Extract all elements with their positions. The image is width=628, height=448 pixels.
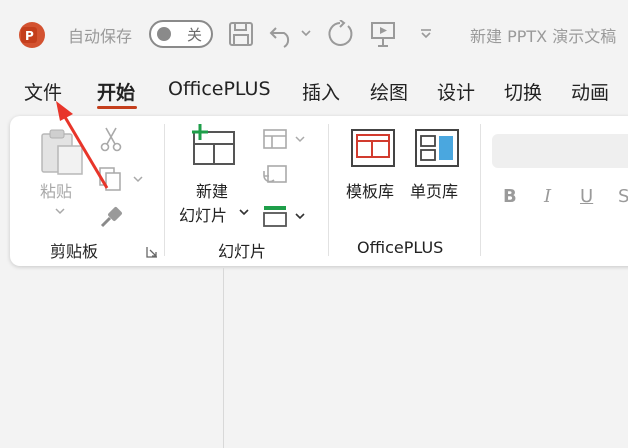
slide-pane-divider — [223, 268, 224, 448]
section-dropdown-chevron-icon[interactable] — [294, 211, 306, 221]
underline-button[interactable]: U — [580, 186, 593, 207]
customize-toolbar-icon[interactable] — [418, 28, 434, 40]
new-slide-label-line2[interactable]: 幻灯片 — [179, 202, 227, 226]
layout-icon[interactable] — [262, 128, 288, 150]
powerpoint-logo-icon: P — [19, 22, 45, 48]
new-slide-dropdown-chevron-icon[interactable] — [238, 207, 250, 217]
tab-draw[interactable]: 绘图 — [370, 78, 408, 105]
document-title: 新建 PPTX 演示文稿 — [470, 27, 617, 46]
tab-file[interactable]: 文件 — [24, 78, 62, 105]
slides-group-label: 幻灯片 — [218, 242, 267, 261]
single-page-library-icon[interactable] — [414, 128, 460, 168]
paste-label[interactable]: 粘贴 — [40, 178, 72, 202]
tab-home[interactable]: 开始 — [97, 78, 135, 105]
undo-icon[interactable] — [268, 20, 296, 48]
autosave-label: 自动保存 — [68, 27, 133, 46]
paste-icon[interactable] — [38, 126, 86, 178]
italic-button[interactable]: I — [544, 186, 551, 207]
new-slide-icon[interactable] — [188, 124, 238, 168]
layout-dropdown-chevron-icon[interactable] — [294, 134, 306, 144]
tab-animations[interactable]: 动画 — [571, 78, 609, 105]
officeplus-group-label: OfficePLUS — [357, 238, 444, 257]
reset-slide-icon[interactable] — [262, 164, 288, 186]
clipboard-group-label: 剪贴板 — [50, 242, 99, 261]
group-separator — [164, 124, 165, 256]
autosave-toggle[interactable]: 关 — [149, 20, 213, 48]
copy-dropdown-chevron-icon[interactable] — [132, 174, 144, 184]
section-icon[interactable] — [262, 204, 288, 228]
tab-design[interactable]: 设计 — [437, 78, 475, 105]
paste-dropdown-chevron-icon[interactable] — [54, 206, 66, 216]
present-from-start-icon[interactable] — [370, 20, 396, 48]
tab-insert[interactable]: 插入 — [302, 78, 340, 105]
tab-officeplus[interactable]: OfficePLUS — [168, 78, 271, 100]
undo-dropdown-chevron-icon[interactable] — [300, 28, 312, 38]
dialog-launcher-icon[interactable] — [146, 246, 158, 258]
tab-transitions[interactable]: 切换 — [504, 78, 542, 105]
autosave-state: 关 — [187, 26, 203, 44]
bold-button[interactable]: B — [503, 186, 517, 207]
toggle-knob — [157, 27, 171, 41]
copy-icon[interactable] — [98, 166, 124, 192]
template-library-icon[interactable] — [350, 128, 396, 168]
font-name-box[interactable] — [492, 134, 628, 168]
new-slide-label-line1[interactable]: 新建 — [196, 178, 228, 202]
cut-scissors-icon[interactable] — [100, 126, 122, 152]
save-icon[interactable] — [228, 21, 254, 47]
template-library-label[interactable]: 模板库 — [346, 178, 394, 202]
ribbon-panel: 粘贴 剪贴板 新建 幻灯片 幻灯片 模板库 单页库 OfficePLUS B I… — [10, 116, 628, 266]
ribbon-tabs: 文件 开始 OfficePLUS 插入 绘图 设计 切换 动画 — [0, 78, 628, 112]
redo-icon[interactable] — [326, 20, 354, 48]
format-painter-icon[interactable] — [98, 204, 124, 230]
group-separator — [328, 124, 329, 256]
group-separator — [480, 124, 481, 256]
strikethrough-button[interactable]: S — [618, 186, 628, 207]
single-page-library-label[interactable]: 单页库 — [410, 178, 458, 202]
title-bar: P 自动保存 关 新建 PPTX 演示文稿 — [0, 0, 628, 68]
active-tab-indicator — [97, 106, 137, 109]
svg-text:P: P — [25, 29, 34, 43]
